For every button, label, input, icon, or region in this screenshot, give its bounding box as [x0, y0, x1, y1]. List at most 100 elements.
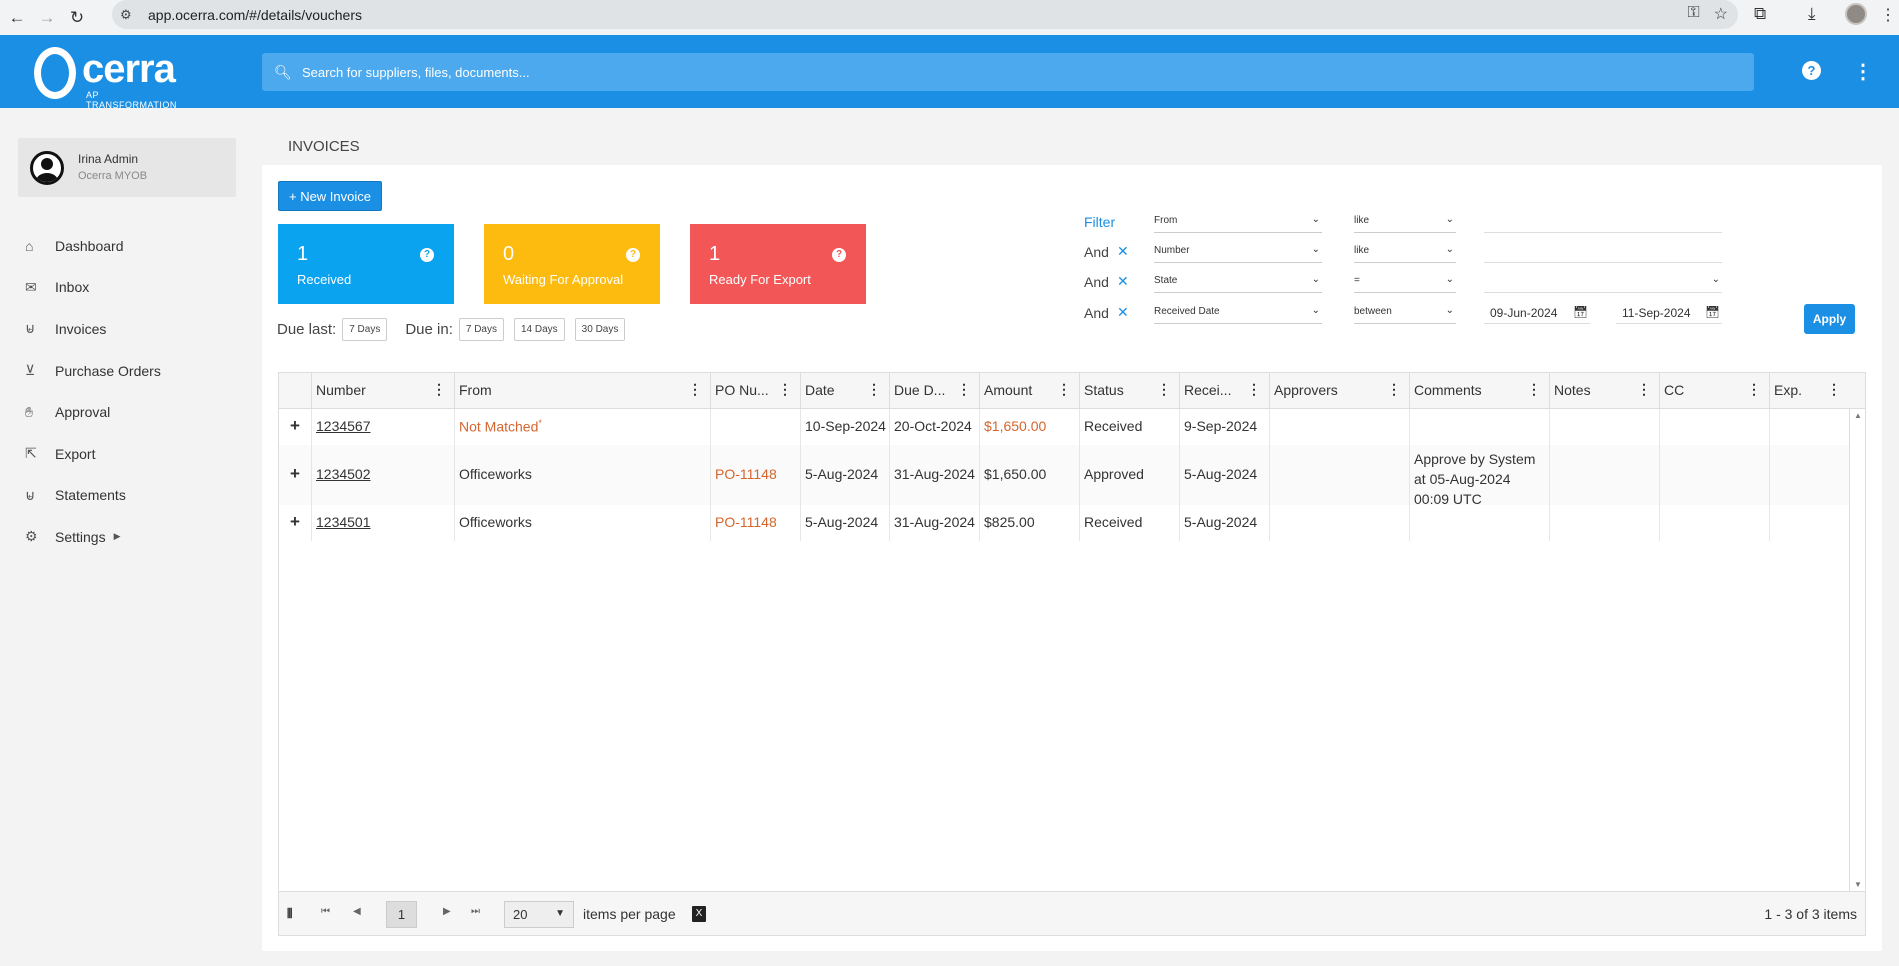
prev-page-icon[interactable]: ◀ — [353, 906, 361, 917]
sidebar-item-inbox[interactable]: ✉ Inbox — [25, 267, 161, 309]
invoice-number-link[interactable]: 1234502 — [316, 466, 371, 482]
column-menu-icon[interactable]: ⋮ — [1637, 381, 1651, 398]
date-from-input[interactable]: 09-Jun-2024 📅︎ — [1484, 302, 1590, 324]
filter-value-input[interactable] — [1484, 241, 1722, 263]
column-menu-icon[interactable]: ⋮ — [778, 381, 792, 398]
remove-filter-icon[interactable]: ✕ — [1117, 273, 1129, 290]
not-matched-text[interactable]: Not Matched — [459, 419, 538, 435]
forward-arrow-icon[interactable]: → — [32, 3, 62, 33]
due-in-30-days-chip[interactable]: 30 Days — [574, 318, 626, 341]
due-last-7-days-chip[interactable]: 7 Days — [342, 318, 388, 341]
filter-field-select[interactable]: Received Date ⌄ — [1154, 302, 1322, 324]
column-menu-icon[interactable]: ⋮ — [867, 381, 881, 398]
table-row[interactable]: + 1234501 Officeworks PO-11148 5-Aug-202… — [279, 505, 1849, 541]
expand-row-icon[interactable]: + — [279, 445, 311, 505]
tile-ready-export[interactable]: 1 Ready For Export ? — [690, 224, 866, 304]
column-menu-icon[interactable]: ⋮ — [1157, 381, 1171, 398]
sidebar-item-purchase-orders[interactable]: ⊻ Purchase Orders — [25, 350, 161, 392]
date-to-input[interactable]: 11-Sep-2024 📅︎ — [1616, 302, 1722, 324]
first-page-icon[interactable]: ⏮ — [321, 906, 330, 917]
column-header-amount[interactable]: Amount ⋮ — [979, 373, 1079, 409]
reload-icon[interactable]: ↻ — [62, 3, 92, 33]
last-page-icon[interactable]: ⏭ — [471, 906, 480, 917]
cell-po-link[interactable]: PO-11148 — [710, 445, 800, 505]
column-menu-icon[interactable]: ⋮ — [1827, 381, 1841, 398]
sidebar-item-invoices[interactable]: ⊌ Invoices — [25, 308, 161, 350]
new-invoice-button[interactable]: + New Invoice — [278, 181, 382, 211]
calendar-icon[interactable]: 📅︎ — [1705, 305, 1720, 319]
expand-row-icon[interactable]: + — [279, 409, 311, 445]
tile-received[interactable]: 1 Received ? — [278, 224, 454, 304]
column-menu-icon[interactable]: ⋮ — [1527, 381, 1541, 398]
invoice-number-link[interactable]: 1234501 — [316, 514, 371, 530]
expand-row-icon[interactable]: + — [279, 505, 311, 541]
column-menu-icon[interactable]: ⋮ — [1387, 381, 1401, 398]
column-header-approvers[interactable]: Approvers ⋮ — [1269, 373, 1409, 409]
star-icon[interactable]: ☆ — [1714, 4, 1728, 24]
column-header-comments[interactable]: Comments ⋮ — [1409, 373, 1549, 409]
more-menu-icon[interactable]: ⋮ — [1853, 59, 1873, 84]
column-header-cc[interactable]: CC ⋮ — [1659, 373, 1769, 409]
table-row[interactable]: + 1234502 Officeworks PO-11148 5-Aug-202… — [279, 445, 1849, 507]
column-header-export[interactable]: Exp. ⋮ — [1769, 373, 1849, 409]
filter-op-select[interactable]: like ⌄ — [1354, 241, 1456, 263]
filter-field-select[interactable]: From ⌄ — [1154, 211, 1322, 233]
column-menu-icon[interactable]: ⋮ — [1747, 381, 1761, 398]
remove-filter-icon[interactable]: ✕ — [1117, 243, 1129, 260]
due-in-14-days-chip[interactable]: 14 Days — [513, 318, 565, 341]
site-settings-icon[interactable]: ⚙ — [120, 7, 142, 23]
column-header-po-number[interactable]: PO Nu... ⋮ — [710, 373, 800, 409]
column-header-due-date[interactable]: Due D... ⋮ — [889, 373, 979, 409]
excel-export-icon[interactable]: X — [692, 906, 706, 922]
address-bar[interactable]: ⚙ app.ocerra.com/#/details/vouchers ⚿ ☆ — [112, 0, 1738, 29]
column-menu-icon[interactable]: ⋮ — [957, 381, 971, 398]
sidebar-item-approval[interactable]: ✋︎ Approval — [25, 391, 161, 433]
filter-field-select[interactable]: Number ⌄ — [1154, 241, 1322, 263]
column-chooser-icon[interactable]: ⫴ — [287, 906, 292, 922]
download-icon[interactable]: ⤓ — [1808, 4, 1816, 24]
next-page-icon[interactable]: ▶ — [443, 906, 451, 917]
tile-waiting-approval[interactable]: 0 Waiting For Approval ? — [484, 224, 660, 304]
profile-avatar[interactable] — [1845, 3, 1867, 25]
column-header-number[interactable]: Number ⋮ — [311, 373, 454, 409]
grid-scrollbar[interactable]: ▲ ▼ — [1849, 409, 1865, 891]
filter-field-select[interactable]: State ⌄ — [1154, 271, 1322, 293]
sidebar-item-export[interactable]: ⇱ Export — [25, 433, 161, 475]
search-input[interactable] — [302, 64, 1102, 80]
column-header-from[interactable]: From ⋮ — [454, 373, 710, 409]
scroll-up-icon[interactable]: ▲ — [1854, 411, 1862, 420]
filter-value-select[interactable]: ⌄ — [1484, 271, 1722, 293]
cell-po-link[interactable]: PO-11148 — [710, 505, 800, 541]
invoice-number-link[interactable]: 1234567 — [316, 418, 371, 434]
filter-op-select[interactable]: like ⌄ — [1354, 211, 1456, 233]
column-header-notes[interactable]: Notes ⋮ — [1549, 373, 1659, 409]
ocerra-logo[interactable]: cerra AP TRANSFORMATION — [16, 45, 186, 110]
sidebar-item-statements[interactable]: ⊌ Statements — [25, 475, 161, 517]
table-row[interactable]: + 1234567 Not Matched* 10-Sep-2024 20-Oc… — [279, 409, 1849, 445]
column-menu-icon[interactable]: ⋮ — [432, 381, 446, 398]
column-header-date[interactable]: Date ⋮ — [800, 373, 889, 409]
user-card[interactable]: Irina Admin Ocerra MYOB — [18, 138, 236, 197]
filter-op-select[interactable]: = ⌄ — [1354, 271, 1456, 293]
help-icon[interactable]: ? — [832, 248, 846, 262]
scroll-down-icon[interactable]: ▼ — [1854, 880, 1862, 889]
filter-value-input[interactable] — [1484, 211, 1722, 233]
key-icon[interactable]: ⚿ — [1687, 4, 1699, 24]
filter-op-select[interactable]: between ⌄ — [1354, 302, 1456, 324]
remove-filter-icon[interactable]: ✕ — [1117, 304, 1129, 321]
browser-menu-icon[interactable]: ⋮ — [1880, 5, 1896, 25]
column-menu-icon[interactable]: ⋮ — [688, 381, 702, 398]
column-header-received[interactable]: Recei... ⋮ — [1179, 373, 1269, 409]
extensions-icon[interactable]: ⧉ — [1754, 4, 1766, 24]
help-icon[interactable]: ? — [1802, 61, 1821, 80]
current-page[interactable]: 1 — [386, 901, 417, 928]
due-in-7-days-chip[interactable]: 7 Days — [458, 318, 504, 341]
help-icon[interactable]: ? — [626, 248, 640, 262]
page-size-select[interactable]: 20 ▼ — [504, 901, 574, 928]
help-icon[interactable]: ? — [420, 248, 434, 262]
column-menu-icon[interactable]: ⋮ — [1057, 381, 1071, 398]
apply-filter-button[interactable]: Apply — [1804, 304, 1855, 334]
sidebar-item-dashboard[interactable]: ⌂ Dashboard — [25, 225, 161, 267]
sidebar-item-settings[interactable]: ⚙ Settings ▶ — [25, 516, 161, 558]
column-menu-icon[interactable]: ⋮ — [1247, 381, 1261, 398]
